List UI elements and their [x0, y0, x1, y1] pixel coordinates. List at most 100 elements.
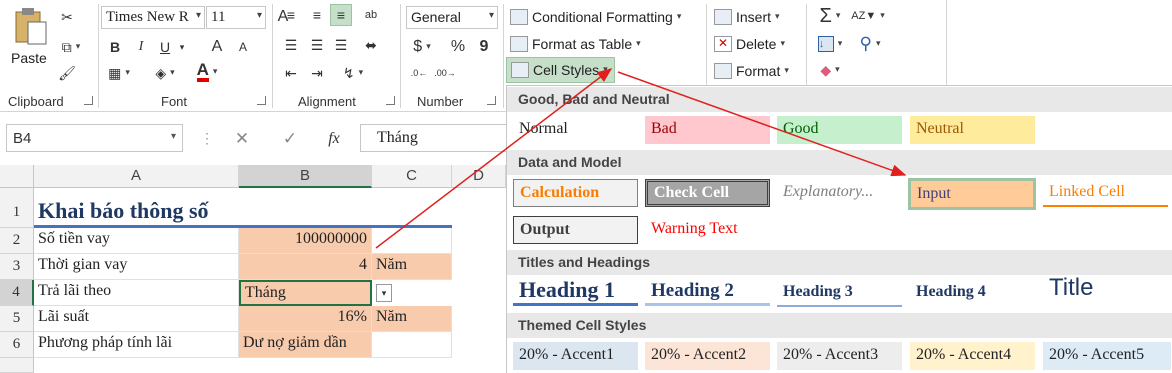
dropdown-arrow-icon[interactable]: ▾: [376, 284, 392, 302]
cell-b6[interactable]: Dư nợ giảm dần: [239, 332, 372, 358]
increase-decimal-icon[interactable]: .0←: [408, 62, 430, 84]
font-size-select[interactable]: 11 ▾: [206, 6, 266, 29]
cell-a2[interactable]: Số tiền vay: [34, 228, 239, 254]
style-explanatory[interactable]: Explanatory...: [777, 179, 902, 207]
row-header-6[interactable]: 6: [0, 332, 34, 358]
select-all-corner[interactable]: [0, 165, 34, 188]
column-header-c[interactable]: C: [372, 165, 452, 188]
conditional-formatting-button[interactable]: Conditional Formatting ▾: [510, 6, 681, 28]
align-right-icon[interactable]: ☰: [330, 34, 352, 56]
style-accent1[interactable]: 20% - Accent1: [513, 342, 638, 370]
align-middle-icon[interactable]: ≡: [306, 4, 328, 26]
align-top-icon[interactable]: ≡: [280, 4, 302, 26]
style-accent5[interactable]: 20% - Accent5: [1043, 342, 1171, 370]
style-output[interactable]: Output: [513, 216, 638, 244]
cell-styles-button[interactable]: Cell Styles ▾: [506, 57, 615, 83]
sort-filter-button[interactable]: A Z ▼ ▾: [851, 4, 885, 28]
insert-function-icon[interactable]: fx: [322, 127, 346, 151]
paste-button[interactable]: Paste: [8, 4, 50, 74]
style-heading-1[interactable]: Heading 1: [513, 276, 638, 306]
name-box[interactable]: B4 ▾: [6, 124, 183, 152]
wrap-text-icon[interactable]: ↯ ▾: [338, 62, 368, 84]
style-heading-4[interactable]: Heading 4: [910, 279, 1035, 307]
orientation-icon[interactable]: ab: [360, 4, 382, 26]
format-painter-icon[interactable]: 🖌: [56, 62, 78, 84]
style-normal[interactable]: Normal: [513, 116, 638, 144]
decrease-indent-icon[interactable]: ⇤: [280, 62, 302, 84]
decrease-font-button[interactable]: A: [232, 36, 254, 58]
row-header-1[interactable]: 1: [0, 188, 34, 228]
align-left-icon[interactable]: ☰: [280, 34, 302, 56]
fill-button[interactable]: ↓ ▾: [814, 32, 846, 56]
clear-icon[interactable]: ◆ ▾: [814, 58, 846, 82]
align-center-icon[interactable]: ☰: [306, 34, 328, 56]
underline-dropdown-icon[interactable]: ▾: [176, 36, 188, 58]
cell-a1[interactable]: Khai báo thông số: [34, 188, 239, 228]
italic-button[interactable]: I: [130, 36, 152, 58]
cell-a4[interactable]: Trả lãi theo: [34, 280, 239, 306]
cell-b3[interactable]: 4: [239, 254, 372, 280]
decrease-decimal-icon[interactable]: .00→: [434, 62, 456, 84]
cut-icon[interactable]: ✂: [56, 6, 78, 28]
style-calculation[interactable]: Calculation: [513, 179, 638, 207]
style-title[interactable]: Title: [1043, 274, 1168, 306]
underline-button[interactable]: U: [154, 36, 176, 58]
align-bottom-icon[interactable]: ≡: [330, 4, 352, 26]
cell-b4[interactable]: Tháng: [239, 280, 372, 306]
row-header-5[interactable]: 5: [0, 306, 34, 332]
cell-a6[interactable]: Phương pháp tính lãi: [34, 332, 239, 358]
number-launcher[interactable]: [487, 96, 496, 105]
currency-button[interactable]: $ ▾: [408, 36, 436, 58]
style-warning-text[interactable]: Warning Text: [645, 216, 770, 244]
style-bad[interactable]: Bad: [645, 116, 770, 144]
style-linked-cell[interactable]: Linked Cell: [1043, 179, 1168, 207]
column-header-d[interactable]: D: [452, 165, 506, 188]
font-color-button[interactable]: A ▾: [192, 60, 222, 84]
number-format-select[interactable]: General ▾: [406, 6, 498, 29]
enter-icon[interactable]: ✓: [278, 127, 302, 151]
cell-b5[interactable]: 16%: [239, 306, 372, 332]
cancel-icon[interactable]: ✕: [230, 127, 254, 151]
row-header-2[interactable]: 2: [0, 228, 34, 254]
merge-center-icon[interactable]: ⬌: [358, 34, 384, 56]
style-check-cell[interactable]: Check Cell: [645, 179, 770, 207]
insert-button[interactable]: Insert ▾: [714, 6, 780, 28]
cell-c2[interactable]: [372, 228, 452, 254]
clipboard-launcher[interactable]: [84, 96, 93, 105]
fill-color-icon[interactable]: ◈ ▾: [150, 62, 180, 84]
format-button[interactable]: Format ▾: [714, 60, 789, 82]
style-accent3[interactable]: 20% - Accent3: [777, 342, 902, 370]
cell-c5[interactable]: Năm: [372, 306, 452, 332]
formula-input[interactable]: Tháng: [360, 124, 510, 152]
style-accent4[interactable]: 20% - Accent4: [910, 342, 1035, 370]
row-header-4[interactable]: 4: [0, 280, 34, 306]
column-header-a[interactable]: A: [34, 165, 239, 188]
font-launcher[interactable]: [257, 96, 266, 105]
cell-a5[interactable]: Lãi suất: [34, 306, 239, 332]
cell-b2[interactable]: 100000000: [239, 228, 372, 254]
bold-button[interactable]: B: [104, 36, 126, 58]
cell-c3[interactable]: Năm: [372, 254, 452, 280]
row-header-7[interactable]: [0, 358, 34, 373]
copy-icon[interactable]: ⧉ ▾: [56, 36, 86, 58]
increase-indent-icon[interactable]: ⇥: [306, 62, 328, 84]
style-heading-2[interactable]: Heading 2: [645, 278, 770, 306]
format-as-table-button[interactable]: Format as Table ▾: [510, 33, 641, 55]
style-heading-3[interactable]: Heading 3: [777, 279, 902, 307]
style-good[interactable]: Good: [777, 116, 902, 144]
percent-button[interactable]: %: [448, 36, 468, 58]
delete-button[interactable]: ✕ Delete ▾: [714, 33, 785, 55]
row-header-3[interactable]: 3: [0, 254, 34, 280]
column-header-b[interactable]: B: [239, 165, 372, 188]
cell-c6[interactable]: [372, 332, 452, 358]
autosum-button[interactable]: Σ ▾: [814, 4, 846, 28]
borders-icon[interactable]: ▦ ▾: [104, 62, 134, 84]
find-select-icon[interactable]: ⚲ ▾: [854, 32, 886, 56]
style-accent2[interactable]: 20% - Accent2: [645, 342, 770, 370]
style-neutral[interactable]: Neutral: [910, 116, 1035, 144]
cell-a3[interactable]: Thời gian vay: [34, 254, 239, 280]
increase-font-button[interactable]: A: [206, 36, 228, 58]
comma-button[interactable]: 9: [474, 36, 494, 58]
font-name-select[interactable]: Times New R ▾: [101, 6, 205, 29]
alignment-launcher[interactable]: [386, 96, 395, 105]
